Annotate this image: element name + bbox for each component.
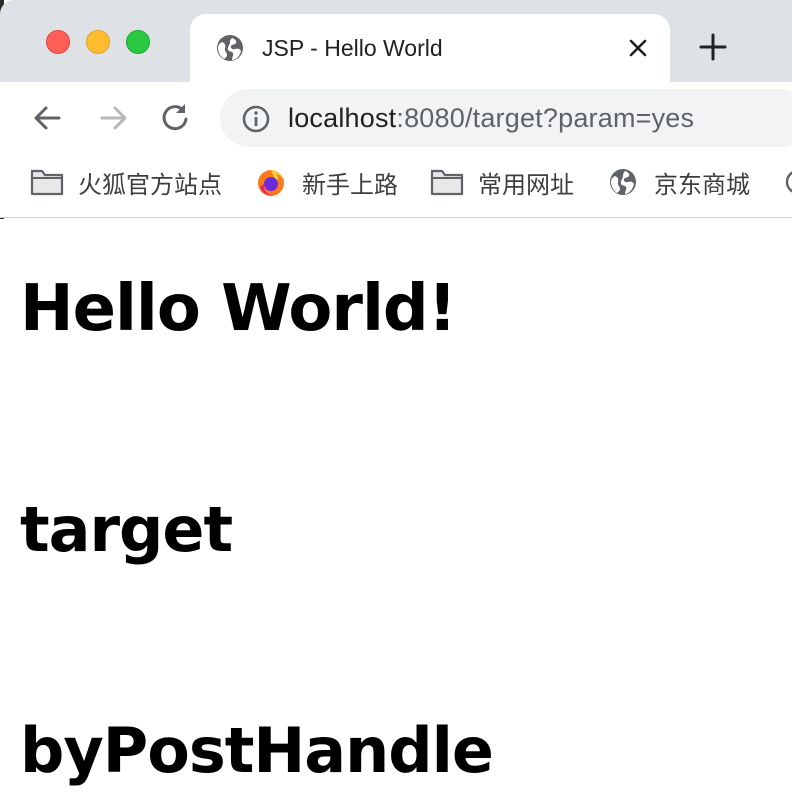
reload-icon[interactable] bbox=[159, 101, 193, 135]
bookmark-label: 常用网址 bbox=[478, 170, 574, 199]
tab-strip: JSP - Hello World bbox=[0, 0, 792, 82]
window-zoom-button[interactable] bbox=[126, 30, 150, 54]
page-content: Hello World! target byPostHandle bbox=[0, 219, 792, 810]
url-text[interactable]: localhost:8080/target?param=yes bbox=[288, 103, 694, 133]
folder-icon bbox=[430, 169, 464, 196]
globe-icon bbox=[610, 169, 636, 195]
bookmark-overflow-icon[interactable] bbox=[784, 167, 792, 197]
window-minimize-button[interactable] bbox=[86, 30, 110, 54]
address-bar[interactable]: localhost:8080/target?param=yes bbox=[220, 89, 792, 147]
bookmark-item-4[interactable]: 京东商城 bbox=[606, 166, 750, 199]
browser-toolbar: localhost:8080/target?param=yes bbox=[0, 82, 792, 154]
bookmark-item-1[interactable]: 火狐官方站点 bbox=[30, 166, 222, 199]
page-heading: Hello World! bbox=[20, 272, 457, 346]
page-line-handle: byPostHandle bbox=[20, 714, 494, 787]
bookmarks-bar: 火狐官方站点 新手上路 常用网址 京东商城 bbox=[0, 154, 792, 218]
globe-icon bbox=[217, 35, 243, 61]
info-icon[interactable] bbox=[242, 105, 270, 133]
close-icon[interactable] bbox=[624, 34, 652, 62]
bookmark-label: 新手上路 bbox=[302, 170, 398, 199]
folder-icon bbox=[30, 169, 64, 196]
page-line-target: target bbox=[20, 493, 233, 566]
firefox-icon bbox=[258, 170, 284, 196]
tab-title: JSP - Hello World bbox=[262, 35, 443, 61]
arrow-right-icon[interactable] bbox=[96, 101, 130, 135]
bookmark-item-2[interactable]: 新手上路 bbox=[254, 166, 398, 199]
url-host: localhost bbox=[288, 103, 397, 133]
arrow-left-icon[interactable] bbox=[31, 101, 65, 135]
bookmark-label: 京东商城 bbox=[654, 170, 750, 199]
plus-icon[interactable] bbox=[698, 32, 728, 62]
url-path: :8080/target?param=yes bbox=[396, 103, 695, 133]
tab-active[interactable]: JSP - Hello World bbox=[190, 14, 670, 82]
window-close-button[interactable] bbox=[46, 30, 70, 54]
bookmark-label: 火狐官方站点 bbox=[78, 170, 222, 199]
bookmark-item-3[interactable]: 常用网址 bbox=[430, 166, 574, 199]
